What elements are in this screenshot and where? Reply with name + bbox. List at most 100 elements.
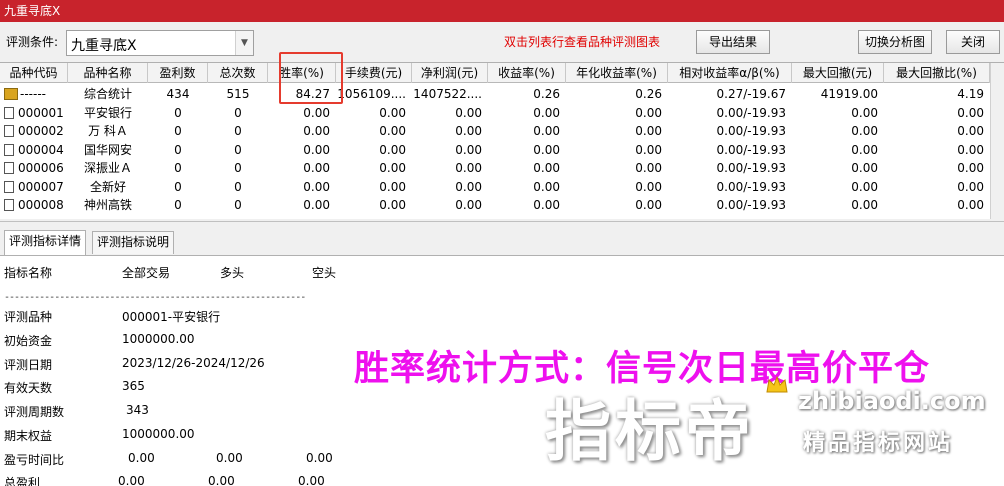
table-row[interactable]: 000004 国华网安 0 0 0.00 0.00 0.00 0.00 0.00 0.00/-19… xyxy=(0,141,990,159)
watermark-subtitle: 精品指标网站 xyxy=(803,431,954,456)
cell-win: 0 xyxy=(174,198,182,212)
cell-code: 000004 xyxy=(0,141,68,159)
detail-value: 1000000.00 xyxy=(122,427,195,441)
cell-win: 0 xyxy=(174,179,182,194)
col-relative[interactable]: 相对收益率α/β(%) xyxy=(668,63,792,83)
table-row[interactable]: 000001 平安银行 0 0 0.00 0.00 0.00 0.00 0.00 0.00/-19… xyxy=(0,104,990,122)
cell-ret: 0.00 xyxy=(533,161,560,175)
cell-profit: 0.00 xyxy=(455,179,482,194)
hint-text: 双击列表行查看品种评测图表 xyxy=(504,35,661,49)
cell-profit: 0.00 xyxy=(455,142,482,157)
cell-ret: 0.00 xyxy=(533,198,560,212)
watermark-url: zhibiaodi.com xyxy=(798,387,986,415)
toolbar: 评测条件: 九重寻底X ▼ 双击列表行查看品种评测图表 导出结果 切换分析图 关… xyxy=(0,22,1004,62)
table-row[interactable]: 000006 深振业Ａ 0 0 0.00 0.00 0.00 0.00 0.00 0.00/-19… xyxy=(0,159,990,177)
cell-name: 综合统计 xyxy=(83,87,132,101)
table-row[interactable]: 000008 神州高铁 0 0 0.00 0.00 0.00 0.00 0.00 0.00/-19… xyxy=(0,196,990,214)
watermark-logo: 指标帝 xyxy=(545,393,755,470)
cell-dd: 0.00 xyxy=(851,161,878,175)
cell-win: 0 xyxy=(174,142,182,157)
detail-label: 初始资金 xyxy=(4,333,53,348)
code-text: 000001 xyxy=(18,105,64,120)
cell-dd: 0.00 xyxy=(851,124,878,138)
col-win[interactable]: 盈利数 xyxy=(148,63,208,83)
document-icon xyxy=(4,143,14,156)
detail-col-header: 全部交易 xyxy=(122,266,171,280)
cell-fee: 0.00 xyxy=(379,124,406,138)
vertical-scrollbar[interactable] xyxy=(990,63,1004,219)
cell-fee: 1056109.... xyxy=(337,87,406,101)
cell-annual: 0.00 xyxy=(635,161,662,175)
cell-rate: 0.00 xyxy=(303,179,330,194)
cell-fee: 0.00 xyxy=(379,179,406,194)
code-text: 000002 xyxy=(18,124,64,138)
cell-annual: 0.26 xyxy=(635,87,662,101)
cell-total: 0 xyxy=(234,105,242,120)
export-button[interactable]: 导出结果 xyxy=(696,30,770,54)
cell-total: 0 xyxy=(234,142,242,157)
col-total[interactable]: 总次数 xyxy=(208,63,268,83)
detail-value: 365 xyxy=(122,379,145,394)
col-drawdown-ratio[interactable]: 最大回撤比(%) xyxy=(884,63,990,83)
cell-rel: 0.00/-19.93 xyxy=(716,161,786,175)
cell-ddr: 4.19 xyxy=(957,87,984,101)
detail-col-header: 指标名称 xyxy=(4,266,53,280)
cell-fee: 0.00 xyxy=(379,142,406,157)
detail-label: 有效天数 xyxy=(4,381,53,396)
col-fee[interactable]: 手续费(元) xyxy=(336,63,412,83)
cell-ddr: 0.00 xyxy=(957,105,984,120)
tab-indicator-details[interactable]: 评测指标详情 xyxy=(4,230,87,255)
cell-total: 0 xyxy=(234,161,242,175)
cell-profit: 0.00 xyxy=(455,124,482,138)
condition-select[interactable]: 九重寻底X ▼ xyxy=(66,30,254,56)
detail-label: 评测周期数 xyxy=(4,405,65,420)
col-return[interactable]: 收益率(%) xyxy=(488,63,566,83)
cell-ret: 0.00 xyxy=(533,142,560,157)
detail-col-header: 空头 xyxy=(312,266,337,280)
col-name[interactable]: 品种名称 xyxy=(68,63,148,83)
cell-rate: 0.00 xyxy=(303,124,330,138)
detail-label: 盈亏时间比 xyxy=(4,453,65,467)
detail-value: 0.00 xyxy=(208,474,235,486)
cell-name: 万 科Ａ xyxy=(88,124,128,138)
cell-name: 神州高铁 xyxy=(83,198,132,212)
cell-total: 0 xyxy=(234,124,242,138)
cell-total: 0 xyxy=(234,198,242,212)
cell-total: 0 xyxy=(234,179,242,194)
cell-total: 515 xyxy=(226,87,250,101)
cell-ddr: 0.00 xyxy=(957,124,984,138)
cell-rel: 0.00/-19.93 xyxy=(716,142,786,157)
code-text: 000004 xyxy=(18,142,64,157)
cell-ddr: 0.00 xyxy=(957,142,984,157)
col-code[interactable]: 品种代码 xyxy=(0,63,68,83)
detail-col-header: 多头 xyxy=(220,266,245,280)
cell-rel: 0.00/-19.93 xyxy=(716,179,786,194)
col-drawdown[interactable]: 最大回撤(元) xyxy=(792,63,884,83)
col-profit[interactable]: 净利润(元) xyxy=(412,63,488,83)
cell-code: 000002 xyxy=(0,122,68,140)
cell-rate: 0.00 xyxy=(303,198,330,212)
col-annual[interactable]: 年化收益率(%) xyxy=(566,63,668,83)
chevron-down-icon[interactable]: ▼ xyxy=(235,31,253,55)
cell-annual: 0.00 xyxy=(635,179,662,194)
detail-value: 1000000.00 xyxy=(122,331,195,346)
switch-chart-button[interactable]: 切换分析图 xyxy=(858,30,932,54)
cell-name: 平安银行 xyxy=(83,105,132,120)
document-icon xyxy=(4,125,14,137)
table-row[interactable]: 000002 万 科Ａ 0 0 0.00 0.00 0.00 0.00 0.00 0.00/-19… xyxy=(0,122,990,140)
separator-line: ----------------------------------------… xyxy=(4,292,306,303)
summary-icon xyxy=(4,88,18,100)
close-button[interactable]: 关闭 xyxy=(946,30,1000,54)
window-title: 九重寻底X xyxy=(0,0,1004,22)
cell-win: 0 xyxy=(174,161,182,175)
cell-ret: 0.00 xyxy=(533,124,560,138)
table-row[interactable]: ------ 综合统计 434 515 84.27 1056109.... 1407522.… xyxy=(0,85,990,103)
cell-profit: 0.00 xyxy=(455,198,482,212)
detail-value: 0.00 xyxy=(216,451,243,465)
tab-indicator-help[interactable]: 评测指标说明 xyxy=(92,231,175,254)
cell-code: 000008 xyxy=(0,196,68,214)
code-text: 000007 xyxy=(18,179,64,194)
table-row[interactable]: 000007 全新好 0 0 0.00 0.00 0.00 0.00 0.00 0.00/-19.… xyxy=(0,178,990,196)
detail-value: 0.00 xyxy=(306,451,333,465)
document-icon xyxy=(4,106,14,119)
